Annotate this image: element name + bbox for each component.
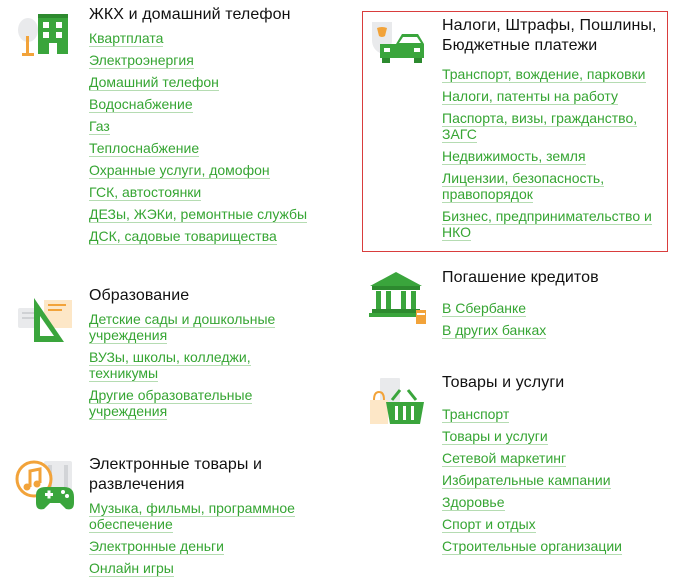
link-list: Транспорт Товары и услуги Сетевой маркет… [442,406,666,555]
emblem-car-icon [366,14,428,76]
link-list: В Сбербанке В других банках [442,300,666,339]
link-licenses-security[interactable]: Лицензии, безопасность, правопорядок [442,170,605,203]
link-passports-visas[interactable]: Паспорта, визы, гражданство, ЗАГС [442,110,638,143]
section-title: Налоги, Штрафы, Пошлины, Бюджетные плате… [442,17,657,54]
triangle-ruler-icon [14,290,76,352]
link-construction[interactable]: Строительные организации [442,538,622,555]
link-list: Детские сады и дошкольные учреждения ВУЗ… [89,311,314,420]
link-dez-repair[interactable]: ДЕЗы, ЖЭКи, ремонтные службы [89,206,308,223]
section-title: ЖКХ и домашний телефон [89,6,291,23]
building-tree-icon [14,6,76,68]
link-election-campaigns[interactable]: Избирательные кампании [442,472,611,489]
link-e-money[interactable]: Электронные деньги [89,538,224,555]
link-gas[interactable]: Газ [89,118,110,135]
link-dsk-garden[interactable]: ДСК, садовые товарищества [89,228,277,245]
link-kindergartens[interactable]: Детские сады и дошкольные учреждения [89,311,276,344]
link-business-nko[interactable]: Бизнес, предпринимательство и НКО [442,208,652,241]
link-other-banks[interactable]: В других банках [442,322,547,339]
link-list: Квартплата Электроэнергия Домашний телеф… [89,30,339,245]
link-kvartplata[interactable]: Квартплата [89,30,164,47]
link-health[interactable]: Здоровье [442,494,505,511]
link-network-marketing[interactable]: Сетевой маркетинг [442,450,567,467]
link-transport[interactable]: Транспорт [442,406,510,423]
link-garage-parking[interactable]: ГСК, автостоянки [89,184,202,201]
link-goods-services[interactable]: Товары и услуги [442,428,548,445]
link-electricity[interactable]: Электроэнергия [89,52,194,69]
link-music-films-software[interactable]: Музыка, фильмы, программное обеспечение [89,500,295,533]
link-water[interactable]: Водоснабжение [89,96,193,113]
music-gamepad-icon [14,455,76,517]
link-transport-driving-parking[interactable]: Транспорт, вождение, парковки [442,66,646,83]
link-in-sberbank[interactable]: В Сбербанке [442,300,527,317]
link-list: Музыка, фильмы, программное обеспечение … [89,500,314,577]
link-taxes-work-patents[interactable]: Налоги, патенты на работу [442,88,618,105]
link-security-intercom[interactable]: Охранные услуги, домофон [89,162,270,179]
link-online-games[interactable]: Онлайн игры [89,560,174,577]
link-heating[interactable]: Теплоснабжение [89,140,200,157]
section-title: Образование [89,287,190,304]
link-other-education[interactable]: Другие образовательные учреждения [89,387,253,420]
bank-building-icon [366,266,428,328]
link-universities-schools[interactable]: ВУЗы, школы, колледжи, техникумы [89,349,251,382]
link-home-phone[interactable]: Домашний телефон [89,74,219,91]
link-sport-leisure[interactable]: Спорт и отдых [442,516,536,533]
shopping-basket-icon [366,372,428,434]
section-title: Погашение кредитов [442,269,599,286]
link-list: Транспорт, вождение, парковки Налоги, па… [442,66,666,241]
link-real-estate-land[interactable]: Недвижимость, земля [442,148,586,165]
section-title: Электронные товары и развлечения [89,456,263,493]
section-title: Товары и услуги [442,374,565,391]
